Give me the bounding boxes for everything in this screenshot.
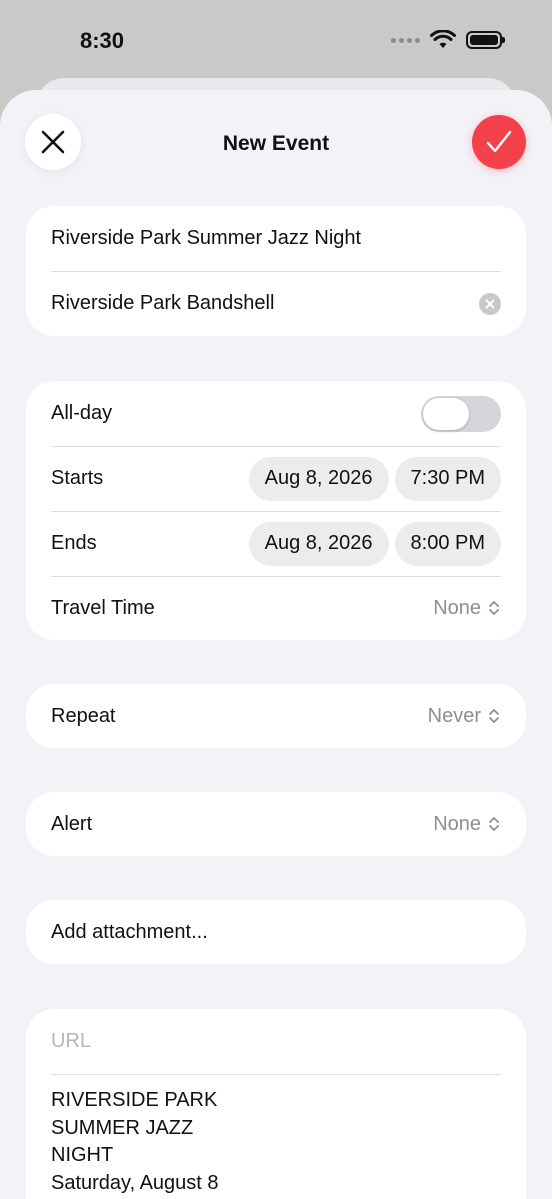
- battery-icon: [466, 31, 505, 49]
- new-event-sheet: New Event Riverside Park Summer Jazz Nig…: [0, 90, 552, 1199]
- location-field[interactable]: Riverside Park Bandshell: [26, 271, 526, 336]
- chevron-updown-icon: [489, 601, 499, 615]
- starts-time-button[interactable]: 7:30 PM: [394, 456, 501, 501]
- notes-line: NIGHT: [51, 1144, 114, 1166]
- allday-label: All-day: [51, 402, 113, 424]
- repeat-card: Repeat Never: [26, 684, 526, 748]
- schedule-card: All-day Starts Aug 8, 2026 7:30 PM Ends …: [26, 381, 526, 640]
- checkmark-icon: [486, 130, 512, 153]
- alert-row[interactable]: Alert None: [26, 792, 526, 856]
- page-title: New Event: [222, 132, 330, 155]
- starts-label: Starts: [51, 467, 104, 489]
- confirm-button[interactable]: [472, 115, 526, 169]
- location-value: Riverside Park Bandshell: [51, 292, 275, 314]
- ends-date-button[interactable]: Aug 8, 2026: [248, 521, 389, 566]
- title-value: Riverside Park Summer Jazz Night: [51, 227, 362, 249]
- url-field[interactable]: URL: [26, 1009, 526, 1074]
- repeat-value: Never: [427, 704, 481, 727]
- url-placeholder: URL: [51, 1030, 92, 1052]
- repeat-label: Repeat: [51, 704, 116, 727]
- status-icons: [391, 30, 505, 50]
- ends-label: Ends: [51, 532, 97, 554]
- alert-value: None: [433, 812, 481, 835]
- notes-line: SUMMER JAZZ: [51, 1116, 194, 1139]
- add-attachment-label: Add attachment...: [51, 920, 208, 943]
- starts-row: Starts Aug 8, 2026 7:30 PM: [26, 446, 526, 511]
- clear-location-button[interactable]: [479, 292, 501, 315]
- repeat-row[interactable]: Repeat Never: [26, 684, 526, 748]
- alert-card: Alert None: [26, 792, 526, 856]
- clear-icon: [485, 299, 495, 308]
- allday-toggle[interactable]: [421, 395, 501, 432]
- allday-row: All-day: [26, 381, 526, 446]
- add-attachment-button[interactable]: Add attachment...: [26, 900, 526, 964]
- travel-time-row[interactable]: Travel Time None: [26, 576, 526, 640]
- status-bar: 8:30: [0, 0, 552, 80]
- signal-icon: [391, 37, 420, 43]
- url-notes-card: URL RIVERSIDE PARK SUMMER JAZZ NIGHT Sat…: [26, 1009, 526, 1199]
- starts-date-button[interactable]: Aug 8, 2026: [248, 456, 389, 501]
- alert-label: Alert: [51, 812, 93, 835]
- ends-time-button[interactable]: 8:00 PM: [394, 521, 501, 566]
- chevron-updown-icon: [489, 817, 499, 831]
- divider: [51, 1074, 501, 1075]
- title-location-card: Riverside Park Summer Jazz Night Riversi…: [26, 206, 526, 336]
- ends-row: Ends Aug 8, 2026 8:00 PM: [26, 511, 526, 576]
- travel-time-label: Travel Time: [51, 596, 155, 619]
- notes-line: Saturday, August 8: [51, 1171, 219, 1194]
- title-field[interactable]: Riverside Park Summer Jazz Night: [26, 206, 526, 271]
- notes-line: RIVERSIDE PARK: [51, 1089, 218, 1111]
- wifi-icon: [430, 30, 456, 48]
- chevron-updown-icon: [489, 709, 499, 723]
- status-time: 8:30: [80, 28, 125, 53]
- notes-field[interactable]: RIVERSIDE PARK SUMMER JAZZ NIGHT Saturda…: [26, 1075, 526, 1197]
- attachment-card: Add attachment...: [26, 900, 526, 964]
- travel-time-value: None: [433, 596, 481, 619]
